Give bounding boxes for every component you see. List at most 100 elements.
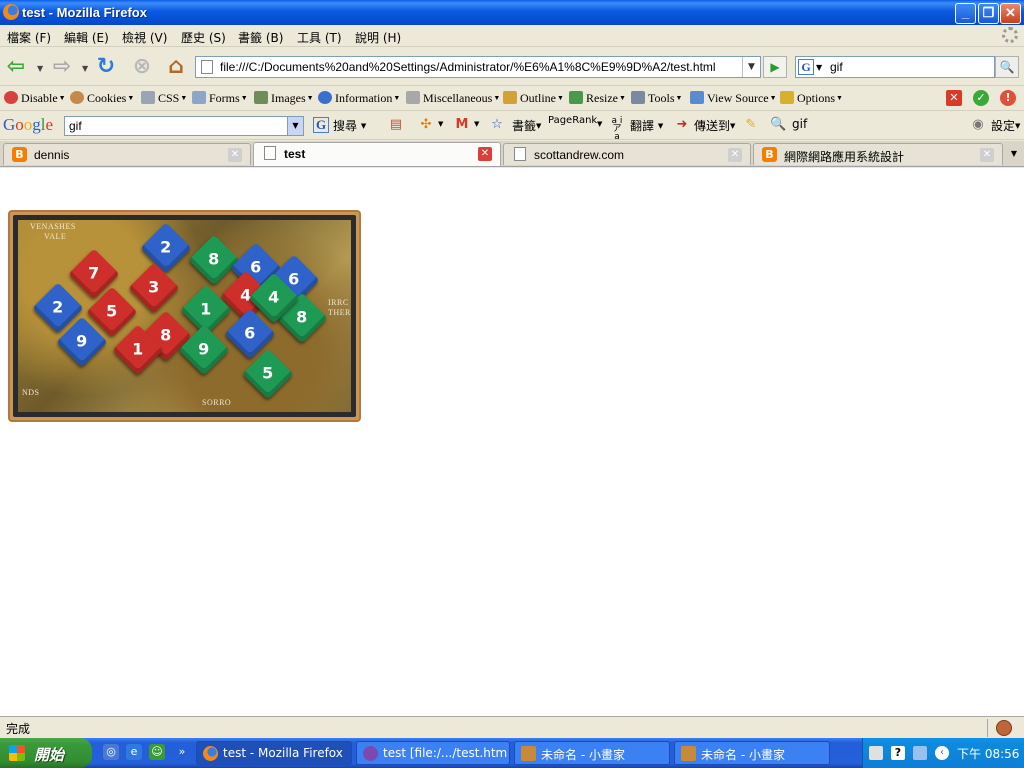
firefox-icon[interactable] bbox=[3, 4, 19, 20]
google-search-icon[interactable]: G bbox=[313, 117, 329, 133]
home-button[interactable]: ⌂ bbox=[162, 53, 190, 81]
google-engine-icon[interactable]: G bbox=[798, 59, 814, 75]
css-errors-icon[interactable]: ✕ bbox=[946, 90, 962, 106]
blogger-icon: B bbox=[762, 147, 777, 162]
map-label: THER bbox=[328, 308, 351, 317]
search-input[interactable]: gif bbox=[830, 60, 843, 74]
cookies-menu[interactable]: Cookies▼ bbox=[70, 91, 134, 106]
menu-bookmarks[interactable]: 書籤 (B) bbox=[238, 29, 283, 46]
cookies-icon bbox=[70, 91, 84, 104]
network-icon[interactable] bbox=[913, 746, 927, 760]
url-bar[interactable]: file:///C:/Documents%20and%20Settings/Ad… bbox=[195, 56, 761, 78]
greasemonkey-icon[interactable] bbox=[996, 720, 1012, 736]
back-history-dropdown[interactable]: ▼ bbox=[37, 64, 43, 73]
url-text[interactable]: file:///C:/Documents%20and%20Settings/Ad… bbox=[220, 60, 716, 74]
reload-button[interactable]: ↻ bbox=[92, 53, 120, 81]
die: 3 bbox=[128, 262, 180, 314]
menu-edit[interactable]: 編輯 (E) bbox=[64, 29, 109, 46]
css-menu[interactable]: CSS▼ bbox=[141, 91, 187, 106]
keyboard-icon[interactable] bbox=[869, 746, 883, 760]
settings-icon[interactable]: ◉ bbox=[970, 117, 986, 133]
information-menu[interactable]: Information▼ bbox=[318, 91, 400, 106]
apps-dropdown[interactable]: ▼ bbox=[438, 117, 443, 131]
search-bar[interactable]: G ▼ gif bbox=[795, 56, 995, 78]
tools-menu[interactable]: Tools▼ bbox=[631, 91, 682, 106]
close-button[interactable]: ✕ bbox=[1000, 3, 1021, 24]
google-search-text[interactable]: gif bbox=[69, 119, 82, 133]
options-menu[interactable]: Options▼ bbox=[780, 91, 843, 106]
paint-icon bbox=[521, 746, 536, 761]
url-history-dropdown[interactable]: ▼ bbox=[742, 57, 760, 77]
google-search-button[interactable]: 搜尋 ▼ bbox=[333, 117, 366, 134]
gif-search-term-button[interactable]: gif bbox=[792, 117, 807, 131]
title-bar[interactable]: test - Mozilla Firefox _ ❐ ✕ bbox=[0, 0, 1024, 25]
show-desktop-icon[interactable]: ◎ bbox=[103, 744, 119, 760]
menu-history[interactable]: 歷史 (S) bbox=[181, 29, 226, 46]
tab-test[interactable]: test ✕ bbox=[253, 142, 501, 166]
tab-dennis[interactable]: B dennis ✕ bbox=[3, 143, 251, 165]
status-text: 完成 bbox=[6, 722, 31, 736]
google-search-dropdown[interactable]: ▼ bbox=[287, 117, 303, 135]
search-button[interactable]: 🔍 bbox=[995, 56, 1019, 78]
tab-close-icon[interactable]: ✕ bbox=[728, 148, 742, 162]
menu-tools[interactable]: 工具 (T) bbox=[297, 29, 342, 46]
google-logo[interactable]: Google bbox=[3, 115, 53, 135]
document-icon bbox=[514, 147, 526, 161]
html-valid-icon[interactable]: ✓ bbox=[973, 90, 989, 106]
find-icon[interactable]: 🔍 bbox=[770, 117, 786, 133]
minimize-button[interactable]: _ bbox=[955, 3, 976, 24]
apps-icon[interactable]: ✣ bbox=[418, 117, 434, 133]
help-icon[interactable]: ? bbox=[891, 746, 905, 760]
bookmark-star-icon[interactable]: ☆ bbox=[489, 117, 505, 133]
forward-history-dropdown[interactable]: ▼ bbox=[82, 64, 88, 73]
tab-close-icon[interactable]: ✕ bbox=[228, 148, 242, 162]
more-quicklaunch-icon[interactable]: » bbox=[174, 744, 190, 760]
system-tray: ? ‹ 下午 08:56 bbox=[862, 738, 1024, 768]
pagerank-dropdown[interactable]: ▼ bbox=[597, 117, 602, 131]
google-search-input[interactable]: gif ▼ bbox=[64, 116, 304, 136]
stop-button[interactable]: ⊗ bbox=[128, 53, 156, 81]
translate-menu[interactable]: 翻譯 ▼ bbox=[630, 117, 663, 134]
messenger-icon[interactable]: ☺ bbox=[149, 744, 165, 760]
outline-menu[interactable]: Outline▼ bbox=[503, 91, 564, 106]
die: 2 bbox=[140, 222, 192, 274]
view-source-menu[interactable]: View Source▼ bbox=[690, 91, 777, 106]
images-menu[interactable]: Images▼ bbox=[254, 91, 314, 106]
resize-menu[interactable]: Resize▼ bbox=[569, 91, 626, 106]
internet-explorer-icon[interactable]: e bbox=[126, 744, 142, 760]
pagerank-indicator[interactable]: PageRank bbox=[548, 115, 597, 126]
start-button[interactable]: 開始 bbox=[0, 738, 92, 768]
miscellaneous-menu[interactable]: Miscellaneous▼ bbox=[406, 91, 500, 106]
tab-close-icon[interactable]: ✕ bbox=[980, 148, 994, 162]
tab-web-app-design[interactable]: B 網際網路應用系統設計 ✕ bbox=[753, 143, 1003, 165]
news-icon[interactable]: ▤ bbox=[388, 117, 404, 133]
collapse-tray-icon[interactable]: ‹ bbox=[935, 746, 949, 760]
forms-menu[interactable]: Forms▼ bbox=[192, 91, 248, 106]
send-to-icon[interactable]: ➜ bbox=[674, 117, 690, 133]
gmail-dropdown[interactable]: ▼ bbox=[474, 117, 479, 131]
disable-menu[interactable]: Disable▼ bbox=[4, 91, 66, 106]
list-all-tabs-button[interactable]: ▼ bbox=[1006, 145, 1022, 163]
taskbar-nvu[interactable]: test [file:/.../test.html] -... bbox=[356, 741, 510, 765]
google-bookmarks-menu[interactable]: 書籤▼ bbox=[512, 117, 541, 134]
maximize-button[interactable]: ❐ bbox=[978, 3, 999, 24]
gmail-icon[interactable]: M bbox=[454, 117, 470, 133]
translate-icon[interactable]: a iア a bbox=[609, 117, 625, 142]
highlight-icon[interactable]: ✎ bbox=[743, 117, 759, 133]
taskbar-firefox[interactable]: test - Mozilla Firefox bbox=[196, 741, 352, 765]
javascript-errors-icon[interactable]: ! bbox=[1000, 90, 1016, 106]
settings-menu[interactable]: 設定▼ bbox=[991, 117, 1020, 134]
back-button[interactable]: ⇦ bbox=[2, 53, 30, 81]
taskbar-paint-1[interactable]: 未命名 - 小畫家 bbox=[514, 741, 670, 765]
window-title: test - Mozilla Firefox bbox=[22, 5, 147, 20]
menu-view[interactable]: 檢視 (V) bbox=[122, 29, 167, 46]
forward-button[interactable]: ⇨ bbox=[48, 53, 76, 81]
taskbar-paint-2[interactable]: 未命名 - 小畫家 bbox=[674, 741, 830, 765]
send-to-menu[interactable]: 傳送到▼ bbox=[694, 117, 735, 134]
tab-scottandrew[interactable]: scottandrew.com ✕ bbox=[503, 143, 751, 165]
engine-dropdown-icon[interactable]: ▼ bbox=[816, 63, 822, 72]
tab-close-icon[interactable]: ✕ bbox=[478, 147, 492, 161]
menu-help[interactable]: 說明 (H) bbox=[355, 29, 401, 46]
go-button[interactable]: ▶ bbox=[763, 56, 787, 78]
menu-file[interactable]: 檔案 (F) bbox=[7, 29, 51, 46]
